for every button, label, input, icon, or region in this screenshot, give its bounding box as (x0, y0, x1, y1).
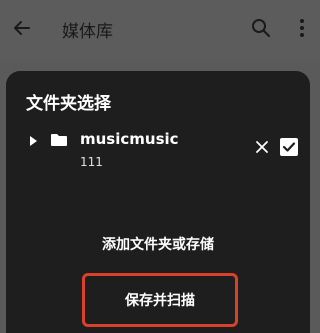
close-icon[interactable] (254, 139, 270, 155)
add-folder-button[interactable]: 添加文件夹或存储 (6, 234, 310, 254)
arrow-back-icon (14, 21, 30, 35)
folder-select-dialog: 文件夹选择 musicmusic 111 添加文件夹或存储 保存并扫描 (6, 71, 310, 333)
search-button[interactable] (248, 15, 274, 41)
dialog-title: 文件夹选择 (26, 94, 111, 114)
folder-row[interactable]: musicmusic 111 (6, 129, 310, 179)
expand-arrow-icon[interactable] (26, 134, 40, 148)
more-button[interactable] (290, 15, 314, 41)
folder-name: musicmusic (80, 130, 179, 148)
search-icon (252, 19, 271, 38)
app-bar: 媒体库 (0, 0, 320, 60)
folder-checkbox[interactable] (280, 138, 298, 156)
save-and-scan-label: 保存并扫描 (125, 293, 195, 309)
page-title: 媒体库 (62, 22, 113, 42)
save-and-scan-button[interactable]: 保存并扫描 (82, 273, 238, 327)
back-button[interactable] (8, 14, 36, 42)
folder-subtitle: 111 (80, 155, 103, 169)
checkmark-icon (282, 142, 296, 152)
folder-icon (51, 134, 67, 146)
more-vertical-icon (300, 19, 304, 37)
